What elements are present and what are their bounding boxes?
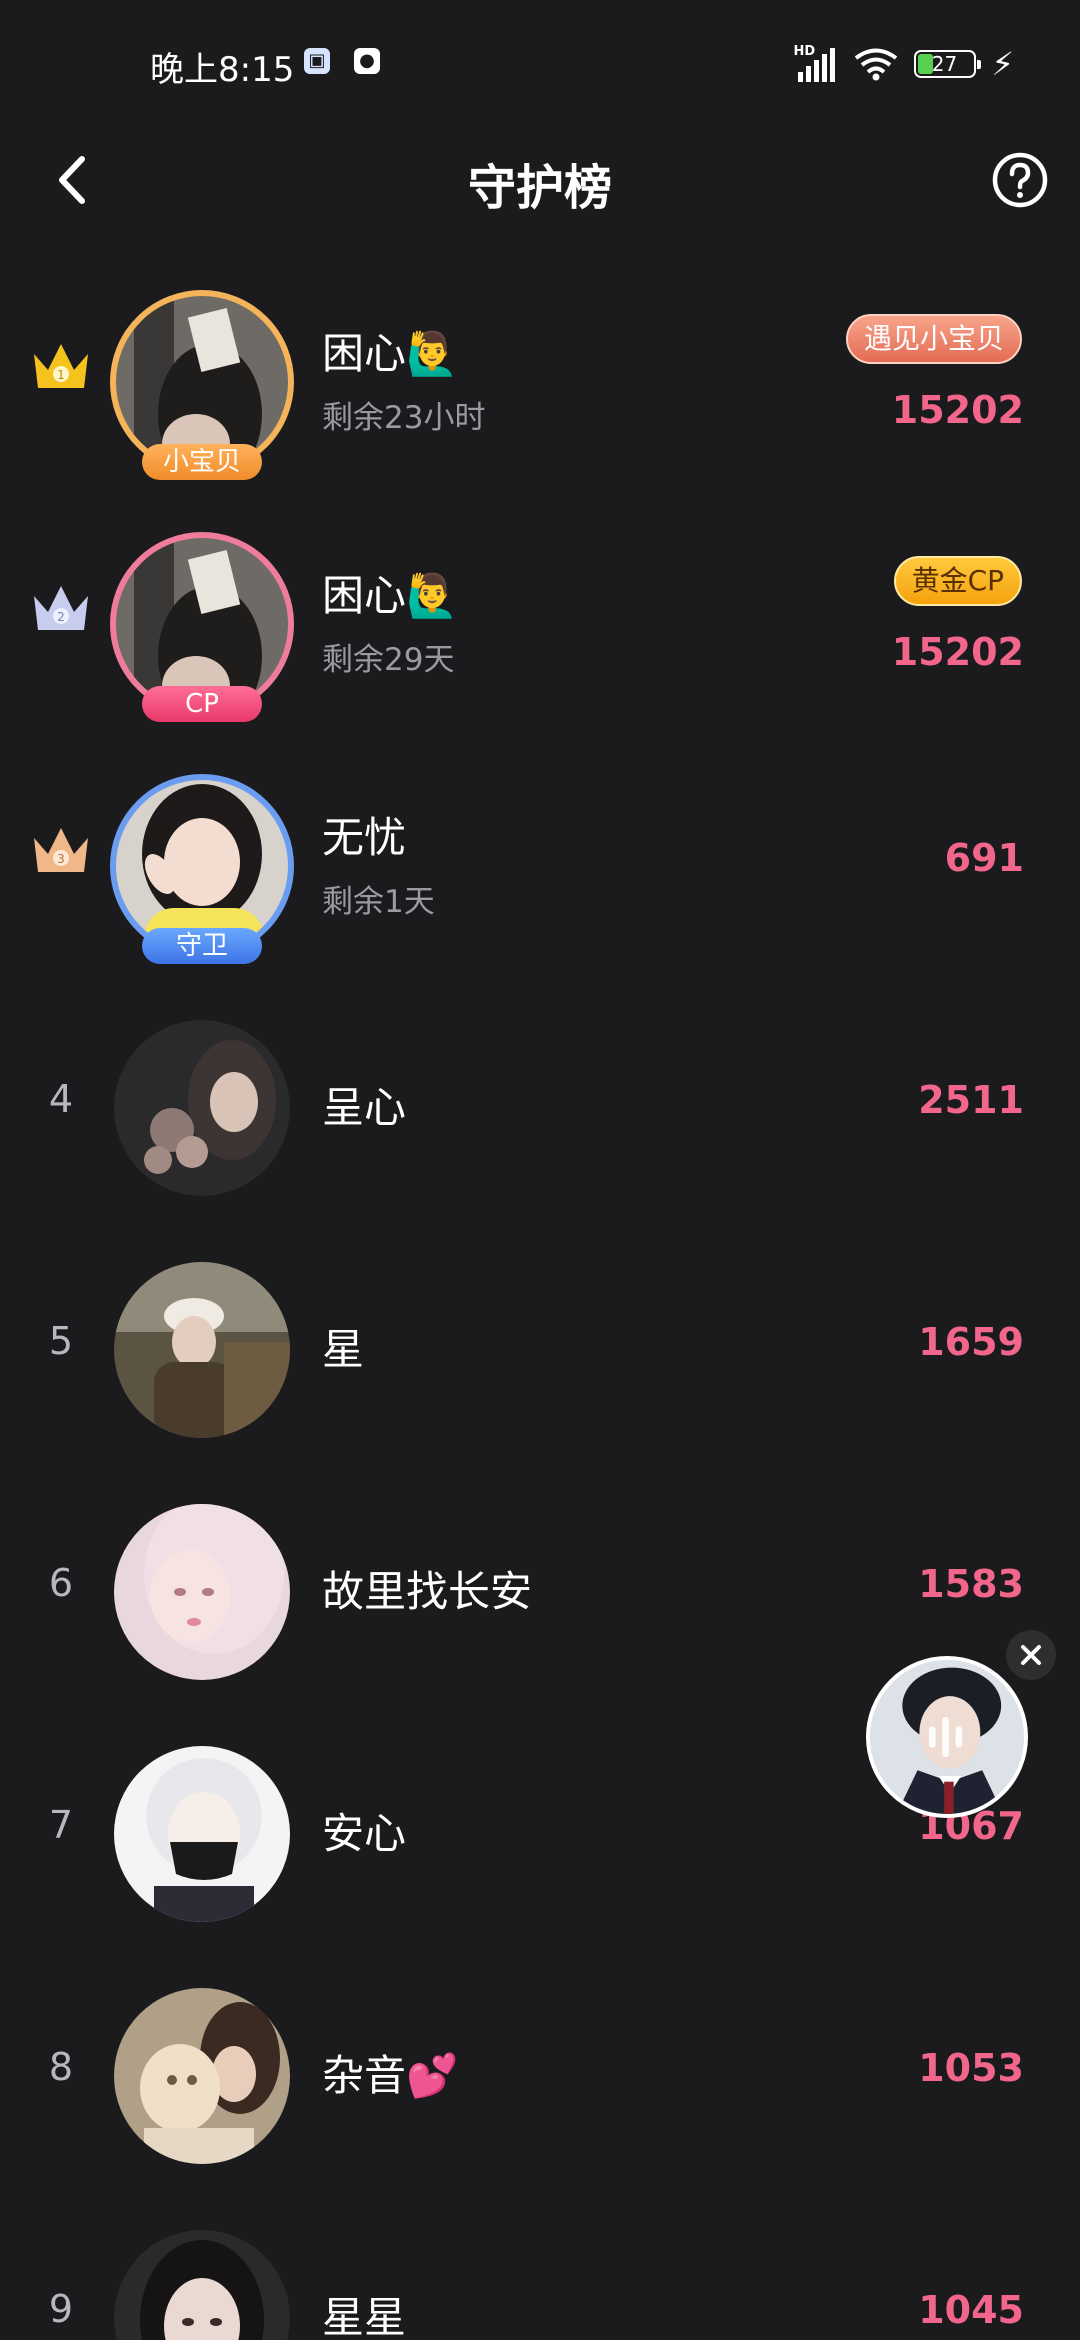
header: 守护榜 [0,130,1080,230]
meet-baby-badge: 遇见小宝贝 [845,314,1022,364]
remaining-time: 剩余23小时 [322,400,486,436]
close-icon [1021,1645,1041,1665]
remaining-time: 剩余29天 [322,642,455,678]
avatar-tag: CP [142,686,262,722]
avatar[interactable]: CP [110,532,294,722]
crown-gold-icon: 1 [30,336,92,396]
guard-score: 1053 [918,2046,1024,2090]
guard-score: 1659 [918,1320,1024,1364]
guard-score: 691 [944,836,1024,880]
help-icon [992,152,1048,208]
list-item[interactable]: 1 小宝贝 困心🙋‍♂️ 剩余23小时 遇见小宝贝 15202 [0,252,1080,494]
rank-number: 4 [48,1077,74,1121]
user-name: 杂音💕 [322,2051,459,2100]
avatar-tag: 守卫 [142,928,262,964]
avatar[interactable] [110,2226,294,2340]
list-item[interactable]: 2 CP 困心🙋‍♂️ 剩余29天 黄金CP 15202 [0,494,1080,736]
page-title: 守护榜 [467,160,612,216]
list-item[interactable]: 9 星星 1045 [0,2188,1080,2340]
svg-text:1: 1 [57,368,65,382]
svg-text:2: 2 [57,610,65,624]
crown-bronze-icon: 3 [30,820,92,880]
avatar[interactable] [110,1258,294,1442]
user-name: 星 [322,1325,365,1374]
crown-silver-icon: 2 [30,578,92,638]
floating-voice-widget[interactable] [866,1656,1028,1818]
status-time: 晚上8:15 [150,50,295,90]
rank-number: 9 [48,2287,74,2331]
rank-number: 5 [48,1319,74,1363]
guard-score: 2511 [918,1078,1024,1122]
rank-number: 7 [48,1803,74,1847]
rank-number: 6 [48,1561,74,1605]
guard-score: 1583 [918,1562,1024,1606]
rank-number: 8 [48,2045,74,2089]
list-item[interactable]: 3 守卫 无忧 剩余1天 691 [0,736,1080,978]
list-item[interactable]: 5 星 1659 [0,1220,1080,1462]
status-indicators: HD 27 ⚡ [794,44,1014,84]
user-name: 无忧 [322,813,407,862]
battery-level: 27 [931,52,958,76]
notification-icon: ● [354,48,380,74]
gold-cp-badge: 黄金CP [893,556,1022,606]
list-item[interactable]: 4 呈心 2511 [0,978,1080,1220]
guard-score: 15202 [891,388,1024,432]
avatar[interactable] [110,1984,294,2168]
avatar-tag: 小宝贝 [142,444,262,480]
user-name: 星星 [322,2293,407,2340]
notification-icon: ▣ [304,48,330,74]
user-name: 故里找长安 [322,1567,533,1616]
avatar[interactable]: 守卫 [110,774,294,964]
svg-text:3: 3 [57,852,65,866]
avatar[interactable]: 小宝贝 [110,290,294,480]
battery-icon: 27 [913,50,981,78]
close-floating-widget-button[interactable] [1006,1630,1056,1680]
user-name: 困心🙋‍♂️ [322,329,459,378]
list-item[interactable]: 8 杂音💕 1053 [0,1946,1080,2188]
user-name: 困心🙋‍♂️ [322,571,459,620]
user-name: 安心 [322,1809,407,1858]
avatar[interactable] [110,1742,294,1926]
cellular-signal-icon: HD [794,44,838,82]
guard-ranking-page: 晚上8:15 ▣ ● HD 27 ⚡ [0,0,1080,2340]
charging-icon: ⚡ [991,45,1014,83]
user-name: 呈心 [322,1083,407,1132]
avatar[interactable] [110,1016,294,1200]
help-button[interactable] [988,148,1052,212]
wifi-icon [854,48,897,81]
remaining-time: 剩余1天 [322,884,435,920]
guard-score: 1045 [918,2288,1024,2332]
avatar[interactable] [110,1500,294,1684]
guard-score: 15202 [891,630,1024,674]
status-bar: 晚上8:15 ▣ ● HD 27 ⚡ [0,0,1080,130]
